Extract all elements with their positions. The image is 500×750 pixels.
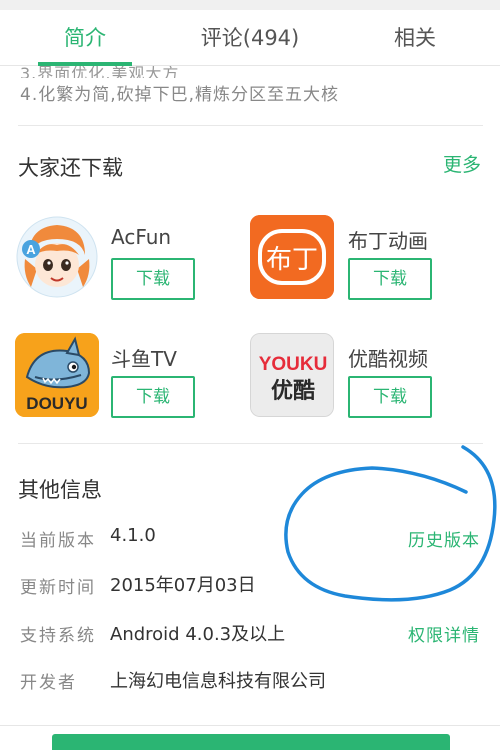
tab-intro[interactable]: 简介 (40, 10, 130, 66)
divider (18, 443, 483, 444)
install-button[interactable] (52, 734, 450, 750)
app-name: 布丁动画 (348, 229, 428, 253)
douyu-fish-icon[interactable]: DOUYU (15, 333, 99, 417)
tab-related[interactable]: 相关 (375, 10, 455, 66)
acfun-anime-girl-icon[interactable]: A (15, 215, 99, 299)
version-value: 4.1.0 (110, 525, 156, 546)
tab-comments[interactable]: 评论(494) (180, 10, 320, 66)
download-button[interactable]: 下载 (348, 376, 432, 418)
download-button[interactable]: 下载 (111, 376, 195, 418)
download-button[interactable]: 下载 (348, 258, 432, 300)
svg-text:A: A (26, 242, 36, 257)
buding-pudding-icon[interactable]: 布丁 (250, 215, 334, 299)
app-name: AcFun (111, 225, 172, 249)
system-requirement-value: Android 4.0.3及以上 (110, 624, 286, 645)
update-date-value: 2015年07月03日 (110, 575, 256, 596)
description-clipped-line: 3.界面优化,美观大方 (20, 66, 320, 78)
history-versions-link[interactable]: 历史版本 (408, 526, 480, 551)
description-line: 4.化繁为简,砍掉下巴,精炼分区至五大核 (20, 85, 340, 105)
app-name: 优酷视频 (348, 347, 428, 371)
more-link[interactable]: 更多 (443, 150, 481, 177)
svg-text:优酷: 优酷 (271, 378, 315, 404)
info-label: 支持系统 (20, 626, 96, 646)
info-label: 当前版本 (20, 531, 96, 551)
section-title-also-downloaded: 大家还下载 (18, 156, 123, 180)
info-label: 开发者 (20, 673, 77, 693)
status-strip (0, 0, 500, 10)
tab-bar: 简介 评论(494) 相关 (0, 10, 500, 66)
info-label: 更新时间 (20, 578, 96, 598)
divider (18, 125, 483, 126)
svg-text:布丁: 布丁 (266, 245, 318, 275)
svg-text:YOUKU: YOUKU (259, 354, 328, 375)
app-name: 斗鱼TV (111, 347, 177, 371)
description-clipped-text: 3.界面优化,美观大方 (20, 66, 180, 78)
developer-value: 上海幻电信息科技有限公司 (110, 671, 326, 692)
permission-details-link[interactable]: 权限详情 (408, 621, 480, 646)
section-title-other-info: 其他信息 (18, 478, 102, 502)
youku-logo-icon[interactable]: YOUKU 优酷 (250, 333, 334, 417)
download-button[interactable]: 下载 (111, 258, 195, 300)
svg-text:DOUYU: DOUYU (26, 394, 87, 413)
